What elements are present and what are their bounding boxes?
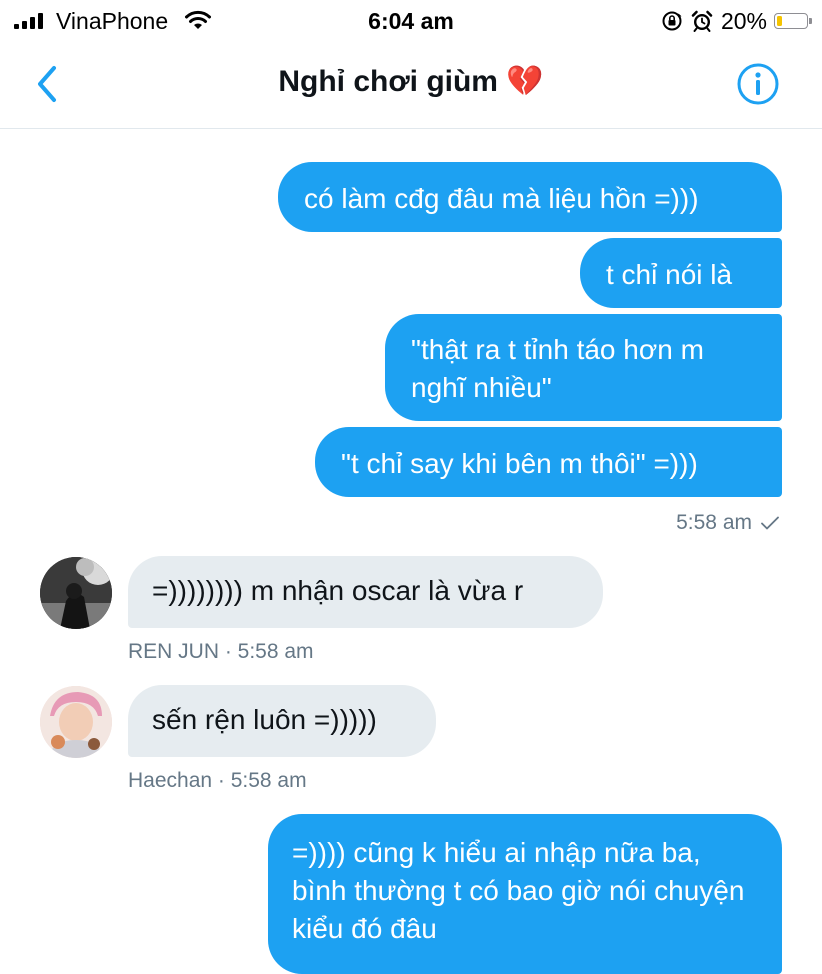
message-bubble-sent[interactable]: "t chỉ say khi bên m thôi" =)))	[315, 427, 782, 497]
message-bubble-sent[interactable]: =)))) cũng k hiểu ai nhập nữa ba, bình t…	[268, 814, 782, 974]
message-bubble-sent[interactable]: t chỉ nói là	[580, 238, 782, 308]
message-bubble-sent[interactable]: có làm cđg đâu mà liệu hồn =)))	[278, 162, 782, 232]
message-text: =)))))))) m nhận oscar là vừa r	[152, 575, 524, 606]
message-bubble-received[interactable]: =)))))))) m nhận oscar là vừa r	[128, 556, 603, 628]
message-bubble-sent[interactable]: "thật ra t tỉnh táo hơn m nghĩ nhiều"	[385, 314, 782, 421]
message-meta: Haechan · 5:58 am	[128, 769, 307, 792]
message-text: sến rện luôn =)))))	[152, 704, 377, 735]
message-text: t chỉ nói là	[606, 259, 733, 290]
orientation-lock-icon	[662, 11, 682, 31]
conversation-title: Nghỉ chơi giùm 💔	[278, 65, 544, 98]
battery-icon	[774, 13, 812, 29]
conversation-header: Nghỉ chơi giùm 💔	[0, 44, 822, 129]
checkmark-icon	[761, 516, 779, 530]
status-bar: VinaPhone 6:04 am 20%	[0, 0, 822, 42]
message-meta: REN JUN · 5:58 am	[128, 640, 314, 663]
alarm-icon	[691, 10, 713, 32]
message-list[interactable]: có làm cđg đâu mà liệu hồn =))) t chỉ nó…	[0, 128, 822, 974]
avatar-ren-jun[interactable]	[40, 557, 112, 629]
message-bubble-received[interactable]: sến rện luôn =)))))	[128, 685, 436, 757]
message-meta: 5:58 am	[676, 511, 780, 535]
message-text: "thật ra t tỉnh táo hơn m nghĩ nhiều"	[411, 334, 704, 403]
message-text: =)))) cũng k hiểu ai nhập nữa ba, bình t…	[292, 837, 745, 944]
message-text: "t chỉ say khi bên m thôi" =)))	[341, 448, 698, 479]
battery-percent: 20%	[720, 7, 767, 34]
message-text: có làm cđg đâu mà liệu hồn =)))	[304, 183, 699, 214]
message-timestamp: 5:58 am	[676, 511, 752, 534]
info-button[interactable]	[736, 62, 780, 106]
avatar-haechan[interactable]	[40, 686, 112, 758]
info-icon	[737, 63, 779, 105]
